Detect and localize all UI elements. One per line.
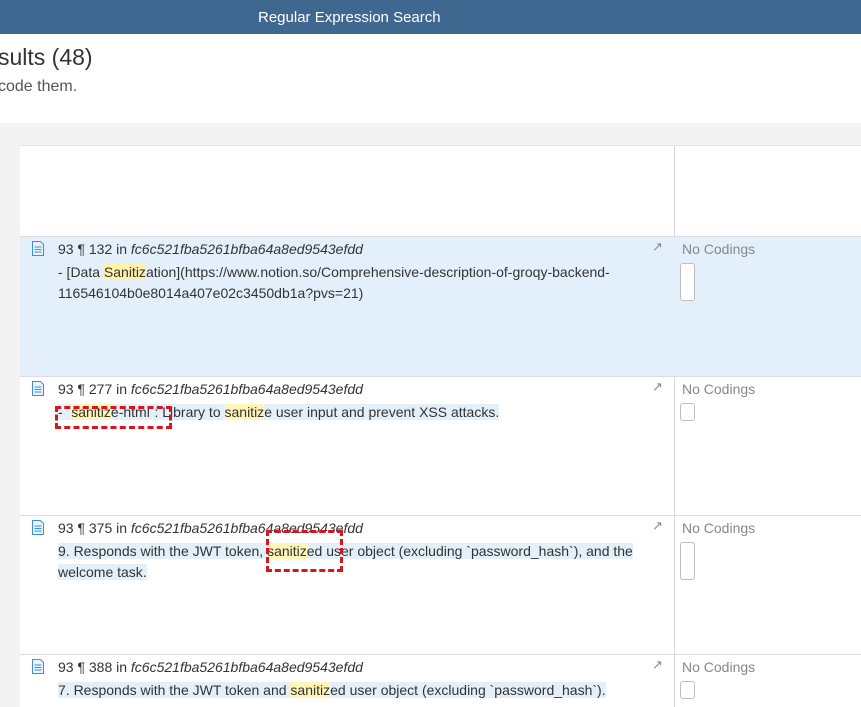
search-match-highlight: sanitiz <box>290 682 331 698</box>
expand-arrow-icon[interactable]: ↗ <box>652 239 664 254</box>
result-snippet[interactable]: - `sanitize-html`: Library to sanitize u… <box>58 402 665 423</box>
snippet-segment: - [Data <box>58 264 104 280</box>
expand-arrow-icon[interactable]: ↗ <box>652 657 664 672</box>
document-icon <box>32 520 44 535</box>
result-row[interactable]: 93 ¶ 375 in fc6c521fba5261bfba64a8ed9543… <box>20 515 861 654</box>
title-bar: Regular Expression Search <box>0 0 861 34</box>
snippet-segment: ed user object (excluding `password_hash… <box>330 682 606 698</box>
result-row[interactable]: 93 ¶ 388 in fc6c521fba5261bfba64a8ed9543… <box>20 654 861 707</box>
search-match-highlight: sanitiz <box>267 543 307 559</box>
document-id: fc6c521fba5261bfba64a8ed9543efdd <box>130 241 363 257</box>
snippet-text: - `sanitize-html`: Library to sanitize u… <box>58 404 500 420</box>
result-location: 93 ¶ 375 in fc6c521fba5261bfba64a8ed9543… <box>58 520 363 536</box>
window-title: Regular Expression Search <box>258 9 441 26</box>
snippet-segment: 7. Responds with the JWT token and <box>58 682 291 698</box>
expand-arrow-icon[interactable]: ↗ <box>652 379 664 394</box>
document-id: fc6c521fba5261bfba64a8ed9543efdd <box>130 381 363 397</box>
result-snippet[interactable]: - [Data Sanitization](https://www.notion… <box>58 262 665 304</box>
snippet-text: - [Data Sanitization](https://www.notion… <box>58 264 610 301</box>
expand-arrow-icon[interactable]: ↗ <box>652 518 664 533</box>
paragraph-reference: 93 ¶ 277 in <box>58 381 131 397</box>
document-icon <box>32 381 44 396</box>
page-title: sults (48) <box>0 44 93 70</box>
paragraph-reference: 93 ¶ 388 in <box>58 659 131 675</box>
document-id: fc6c521fba5261bfba64a8ed9543efdd <box>130 659 363 675</box>
snippet-segment: e user input and prevent XSS attacks. <box>264 404 500 420</box>
coding-checkbox[interactable] <box>680 542 695 580</box>
coding-checkbox[interactable] <box>680 681 695 699</box>
result-location: 93 ¶ 277 in fc6c521fba5261bfba64a8ed9543… <box>58 381 363 397</box>
snippet-segment: e-html`: Library to <box>110 404 225 420</box>
result-location: 93 ¶ 388 in fc6c521fba5261bfba64a8ed9543… <box>58 659 363 675</box>
search-match-highlight: sanitiz <box>224 404 265 420</box>
codings-label: No Codings <box>682 381 756 397</box>
result-row[interactable]: 93 ¶ 277 in fc6c521fba5261bfba64a8ed9543… <box>20 376 861 515</box>
page-instructions: code them. <box>0 78 78 95</box>
codings-label: No Codings <box>682 520 756 536</box>
coding-checkbox[interactable] <box>680 263 695 301</box>
document-id: fc6c521fba5261bfba64a8ed9543efdd <box>130 520 363 536</box>
results-list[interactable]: 93 ¶ 132 in fc6c521fba5261bfba64a8ed9543… <box>20 145 861 707</box>
paragraph-reference: 93 ¶ 375 in <box>58 520 131 536</box>
search-match-highlight: Sanitiz <box>103 264 146 280</box>
snippet-text: 9. Responds with the JWT token, sanitize… <box>58 543 633 580</box>
coding-checkbox[interactable] <box>680 403 695 421</box>
paragraph-reference: 93 ¶ 132 in <box>58 241 131 257</box>
snippet-text: 7. Responds with the JWT token and sanit… <box>58 682 606 698</box>
document-icon <box>32 659 44 674</box>
document-icon <box>32 241 44 256</box>
codings-label: No Codings <box>682 241 756 257</box>
search-match-highlight: sanitiz <box>71 404 111 420</box>
result-snippet[interactable]: 9. Responds with the JWT token, sanitize… <box>58 541 665 583</box>
snippet-segment: 9. Responds with the JWT token, <box>58 543 268 559</box>
snippet-segment: - ` <box>58 404 72 420</box>
result-snippet[interactable]: 7. Responds with the JWT token and sanit… <box>58 680 665 701</box>
result-location: 93 ¶ 132 in fc6c521fba5261bfba64a8ed9543… <box>58 241 363 257</box>
codings-label: No Codings <box>682 659 756 675</box>
result-row[interactable]: 93 ¶ 132 in fc6c521fba5261bfba64a8ed9543… <box>20 236 861 376</box>
